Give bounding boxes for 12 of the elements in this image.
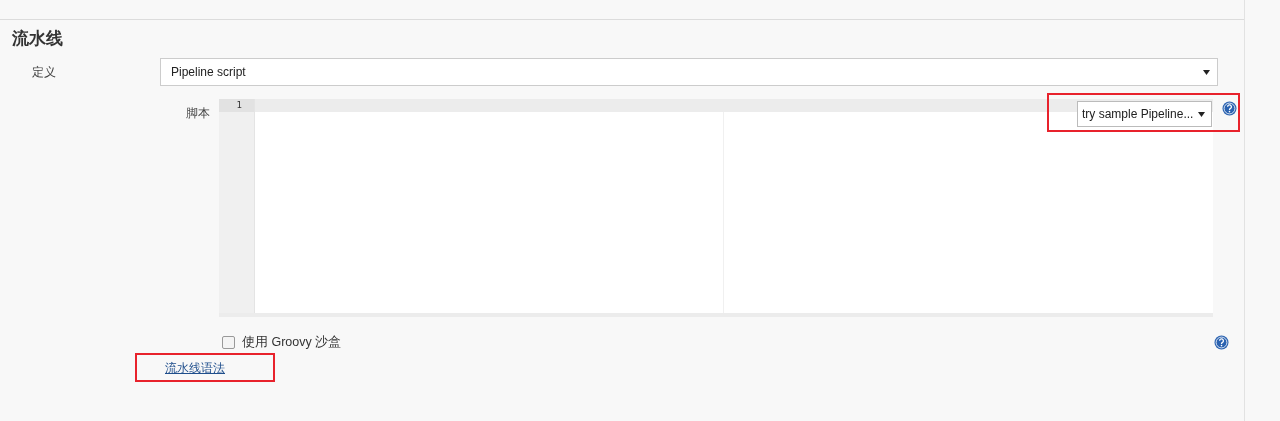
section-title: 流水线 (12, 28, 64, 50)
sample-select[interactable]: try sample Pipeline... (1077, 101, 1212, 127)
help-icon[interactable] (1214, 335, 1229, 350)
field-label: 脚本 (186, 105, 211, 122)
caret-icon (1203, 69, 1210, 75)
syntax-link[interactable]: 流水线语法 (165, 361, 225, 375)
definition-select[interactable]: Pipeline script (160, 58, 1218, 86)
checkbox-label: 使用 Groovy 沙盒 (242, 334, 343, 351)
field-label: 定义 (32, 64, 57, 81)
line-number: 1 (219, 99, 254, 112)
checkbox[interactable] (222, 336, 235, 349)
help-icon[interactable] (1222, 101, 1237, 116)
